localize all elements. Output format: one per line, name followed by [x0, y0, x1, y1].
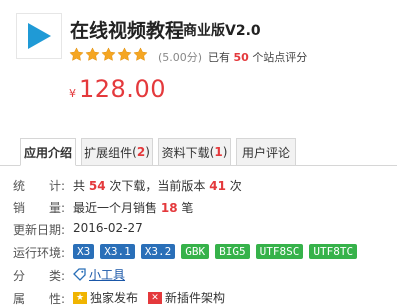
page-title: 在线视频教程	[70, 20, 185, 42]
env-badge: BIG5	[215, 244, 250, 259]
attr-value: ★ 独家发布 ✕ 新插件架构	[73, 289, 235, 306]
rating-score: (5.00分)	[158, 51, 203, 64]
attr-new-arch-label: 新插件架构	[165, 291, 226, 305]
star-icon	[133, 47, 148, 61]
env-badge: X3	[73, 244, 95, 259]
price: 128.00	[79, 75, 166, 103]
stats-label: 统 计:	[13, 179, 66, 193]
new-arch-icon: ✕	[148, 291, 163, 304]
review-summary: 已有 50 个站点评分	[208, 49, 307, 65]
env-badges: X3 X3.1 X3.2 GBK BIG5 UTF8SC UTF8TC	[73, 244, 358, 259]
exclusive-icon: ★	[73, 291, 87, 304]
reviews-suffix: 个站点评分	[252, 51, 308, 64]
env-label: 运行环境:	[13, 246, 66, 260]
tab-label: 扩展组件	[84, 145, 133, 160]
tab-downloads[interactable]: 资料下载(1)	[158, 138, 231, 166]
env-badge: X3.2	[140, 244, 176, 259]
rating-stars	[69, 47, 148, 62]
attr-label: 属 性:	[13, 292, 66, 306]
star-icon	[117, 47, 132, 61]
env-badge: X3.1	[100, 244, 135, 259]
tab-app-intro[interactable]: 应用介绍	[20, 138, 76, 166]
star-icon	[101, 47, 116, 61]
play-icon	[28, 23, 51, 49]
stats-suffix: 次	[229, 179, 242, 193]
reviews-count: 50	[233, 51, 249, 64]
app-logo	[16, 13, 62, 59]
tab-label: 资料下载	[161, 145, 210, 160]
tab-count: 1	[214, 145, 223, 159]
tab-label: 应用介绍	[23, 145, 72, 160]
sales-suffix: 笔	[181, 201, 194, 215]
star-icon	[85, 47, 100, 61]
star-icon	[69, 47, 84, 61]
category-link[interactable]: 小工具	[89, 266, 125, 283]
sales-value: 最近一个月销售 18 笔	[73, 199, 193, 216]
env-badge: UTF8SC	[255, 244, 304, 259]
attr-exclusive-label: 独家发布	[90, 291, 139, 305]
stats-value: 共 54 次下载，当前版本 41 次	[73, 177, 242, 194]
env-badge: UTF8TC	[309, 244, 358, 259]
reviews-prefix: 已有	[208, 51, 230, 64]
category-value: 小工具	[73, 266, 125, 283]
category-label: 分 类:	[13, 269, 66, 283]
tab-reviews[interactable]: 用户评论	[236, 138, 296, 166]
stats-mid: 次下载，当前版本	[109, 179, 206, 193]
downloads-count: 54	[88, 179, 106, 193]
price-symbol: ¥	[69, 87, 76, 100]
edition-label: 商业版V2.0	[183, 23, 261, 39]
sales-label: 销 量:	[13, 201, 66, 215]
env-badge: GBK	[181, 244, 210, 259]
version-downloads-count: 41	[209, 179, 226, 193]
stats-prefix: 共	[73, 179, 86, 193]
tab-extensions[interactable]: 扩展组件(2)	[81, 138, 153, 166]
attr-new-arch: ✕ 新插件架构	[148, 289, 225, 306]
updated-value: 2016-02-27	[73, 221, 143, 235]
tab-label: 用户评论	[241, 145, 290, 160]
attr-exclusive: ★ 独家发布	[73, 289, 138, 306]
sales-prefix: 最近一个月销售	[73, 201, 158, 215]
updated-label: 更新日期:	[13, 223, 66, 237]
sales-count: 18	[160, 201, 178, 215]
tag-icon	[73, 268, 86, 281]
tab-count: 2	[136, 145, 146, 159]
